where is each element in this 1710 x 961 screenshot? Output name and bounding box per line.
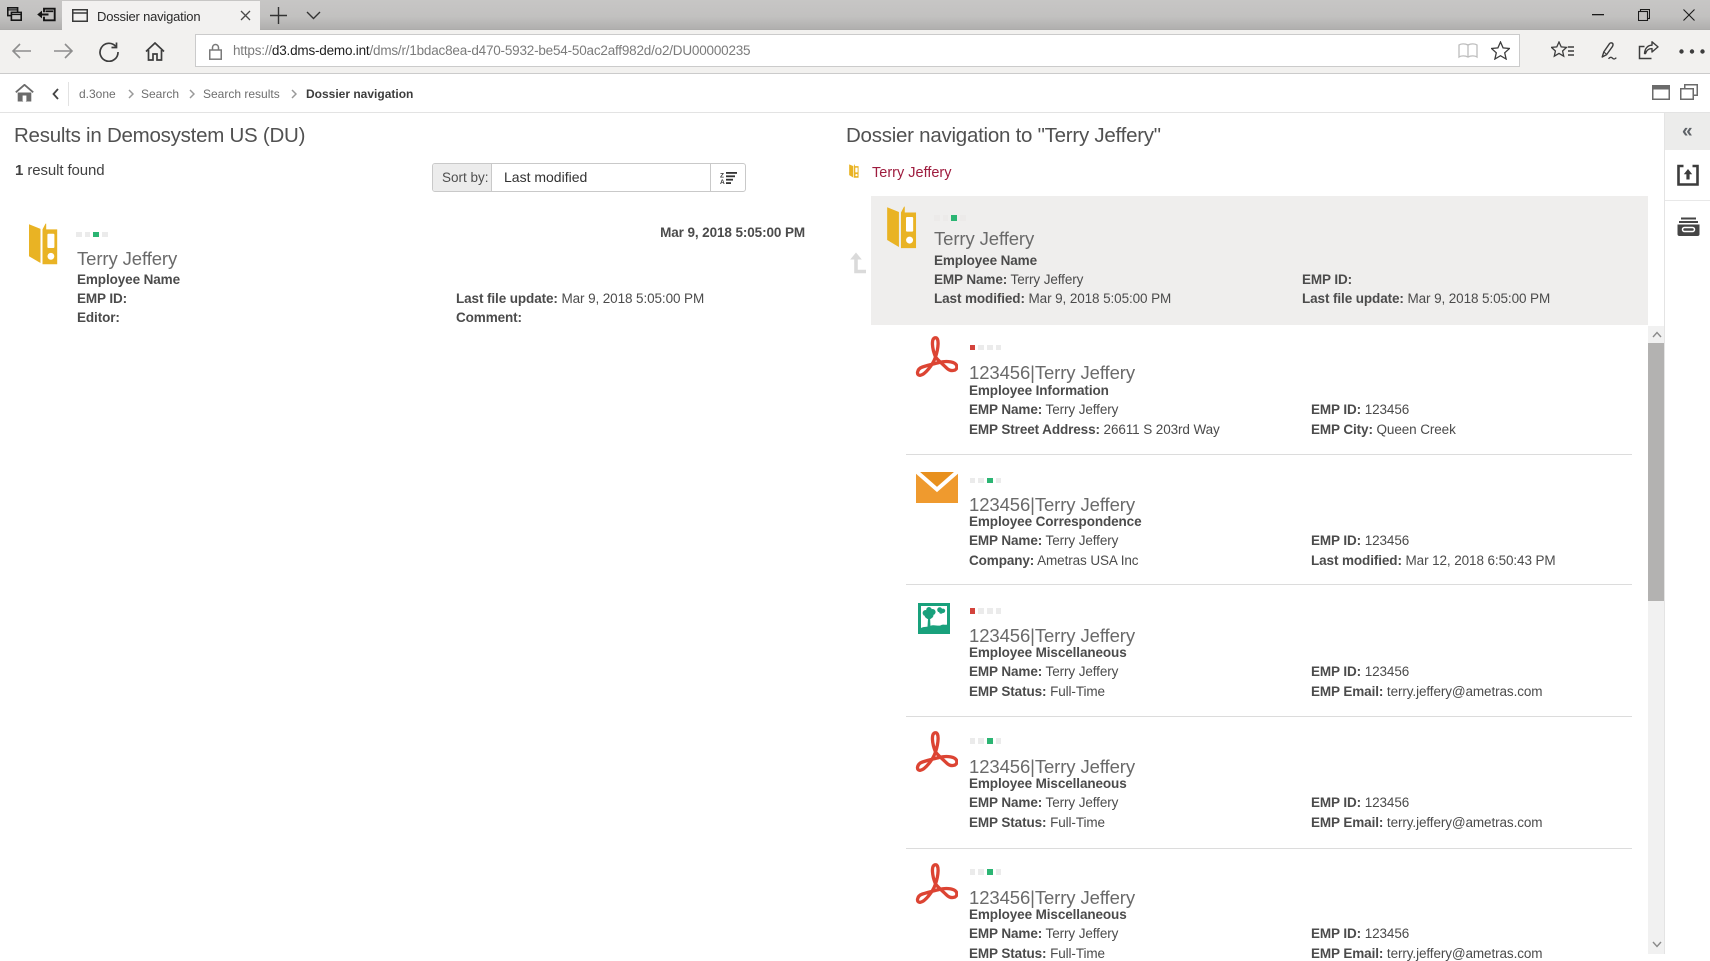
svg-text:A: A [720,179,725,184]
